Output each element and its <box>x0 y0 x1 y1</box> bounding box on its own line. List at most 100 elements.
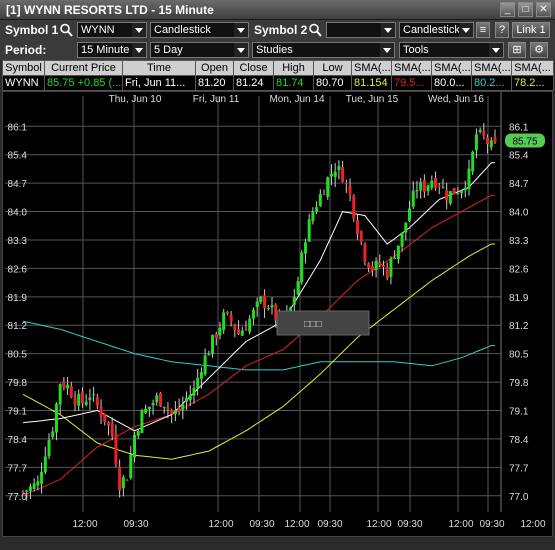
y-tick-label-right: 82.6 <box>509 264 529 275</box>
minimize-icon[interactable]: _ <box>500 2 515 17</box>
candle-down <box>382 265 386 267</box>
candle-up <box>51 431 55 438</box>
candle-down <box>363 243 367 263</box>
y-tick-label-right: 86.1 <box>509 122 529 133</box>
price-chart-svg[interactable]: 86.1 86.1 85.4 85.4 84.7 84.7 84.0 84.0 83.3 83.3… <box>3 92 552 536</box>
column-header[interactable]: SMA(... <box>391 60 432 76</box>
y-tick-label-left: 78.4 <box>8 435 28 446</box>
chevron-down-icon[interactable] <box>234 23 248 37</box>
y-tick-label-right: 79.1 <box>509 407 529 418</box>
chart-type1-select[interactable]: Candlestick <box>150 22 249 38</box>
symbol1-search-icon[interactable] <box>58 22 74 38</box>
column-header[interactable]: Open <box>195 60 234 76</box>
time-label: 12:00 <box>284 519 309 530</box>
candle-up <box>389 258 393 277</box>
column-header[interactable]: SMA(... <box>351 60 392 76</box>
y-tick-label-right: 83.3 <box>509 236 529 247</box>
y-tick-label-left: 86.1 <box>8 122 28 133</box>
column-header[interactable]: SMA(... <box>431 60 472 76</box>
column-header[interactable]: Time <box>122 60 196 76</box>
y-tick-label-left: 77.0 <box>8 492 28 503</box>
column-header[interactable]: Symbol <box>2 60 45 76</box>
close-icon[interactable]: ✕ <box>536 2 551 17</box>
candle-down <box>166 407 170 410</box>
candle-up <box>303 242 307 254</box>
column-header[interactable]: SMA(... <box>471 60 512 76</box>
candle-up <box>460 190 464 194</box>
candle-down <box>434 177 438 189</box>
y-tick-label-right: 84.0 <box>509 208 529 219</box>
candle-up <box>88 397 92 401</box>
studies-select[interactable]: Studies <box>252 42 395 58</box>
y-tick-label-right: 79.8 <box>509 378 529 389</box>
candle-down <box>244 329 248 331</box>
candle-down <box>159 392 163 407</box>
column-header[interactable]: High <box>273 60 314 76</box>
candle-down <box>237 329 241 334</box>
interval-select[interactable]: 15 Minute <box>77 42 147 58</box>
candle-down <box>344 182 348 184</box>
chevron-down-icon[interactable] <box>381 23 395 37</box>
window-titlebar[interactable]: [1] WYNN RESORTS LTD - 15 Minute _ □ ✕ <box>0 0 555 20</box>
maximize-icon[interactable]: □ <box>518 2 533 17</box>
range-select[interactable]: 5 Day <box>150 42 249 58</box>
chart-type2-select[interactable]: Candlestick <box>399 22 474 38</box>
candle-up <box>147 406 151 410</box>
candle-up <box>136 430 140 436</box>
candle-up <box>441 187 445 189</box>
candle-up <box>419 181 423 191</box>
date-label: Mon, Jun 14 <box>269 94 324 105</box>
candle-up <box>478 129 482 132</box>
symbol2-input[interactable] <box>326 22 396 38</box>
chevron-down-icon[interactable] <box>132 43 146 57</box>
time-label: 12:00 <box>366 519 391 530</box>
candle-down <box>452 188 456 195</box>
chevron-down-icon[interactable] <box>132 23 146 37</box>
candle-up <box>259 296 263 303</box>
candle-up <box>25 490 29 492</box>
tools-select[interactable]: Tools <box>399 42 504 58</box>
price-chart[interactable]: 86.1 86.1 85.4 85.4 84.7 84.7 84.0 84.0 83.3 83.3… <box>2 91 553 537</box>
chevron-down-icon[interactable] <box>459 23 473 37</box>
price-value: 85.75 <box>47 77 75 89</box>
candle-down <box>103 413 107 422</box>
sma2-cell: 79.5... <box>391 75 432 91</box>
lock-icon[interactable]: ⊞ <box>508 42 526 58</box>
candle-up <box>326 177 330 197</box>
symbol1-label: Symbol 1: <box>5 23 63 37</box>
y-tick-label-left: 81.2 <box>8 321 28 332</box>
table-row[interactable]: WYNN 85.75 +0.85 (... Fri, Jun 11... 81.… <box>2 75 554 91</box>
column-header[interactable]: SMA(... <box>511 60 554 76</box>
symbol2-search-icon[interactable] <box>307 22 323 38</box>
candle-up <box>199 372 203 379</box>
candle-down <box>225 312 229 314</box>
candle-down <box>229 315 233 322</box>
settings-icon[interactable]: ⚙ <box>530 42 548 58</box>
period-toolbar: Period: 15 Minute 5 Day Studies Tools ⊞ … <box>0 40 555 60</box>
candle-up <box>266 308 270 310</box>
candle-up <box>474 134 478 151</box>
candle-down <box>359 231 363 242</box>
menu-icon[interactable]: ≡ <box>476 22 490 38</box>
help-button[interactable]: ? <box>495 22 509 38</box>
candle-up <box>28 486 32 492</box>
candle-down <box>445 190 449 201</box>
date-label: Wed, Jun 16 <box>428 94 484 105</box>
y-tick-label-right: 81.9 <box>509 293 529 304</box>
chevron-down-icon[interactable] <box>234 43 248 57</box>
candle-up <box>207 353 211 356</box>
time-label: 09:30 <box>397 519 422 530</box>
low-cell: 80.70 <box>313 75 352 91</box>
y-tick-label-right: 85.4 <box>509 151 529 162</box>
chevron-down-icon[interactable] <box>380 43 394 57</box>
chevron-down-icon[interactable] <box>489 43 503 57</box>
column-header[interactable]: Low <box>313 60 352 76</box>
candle-down <box>322 194 326 196</box>
symbol1-input[interactable]: WYNN <box>77 22 147 38</box>
link-button[interactable]: Link 1 <box>512 22 550 38</box>
column-header[interactable]: Current Price <box>44 60 123 76</box>
price-change: +0.85 (... <box>77 77 122 89</box>
candle-down <box>486 137 490 145</box>
column-header[interactable]: Close <box>233 60 274 76</box>
candle-up <box>129 454 133 479</box>
